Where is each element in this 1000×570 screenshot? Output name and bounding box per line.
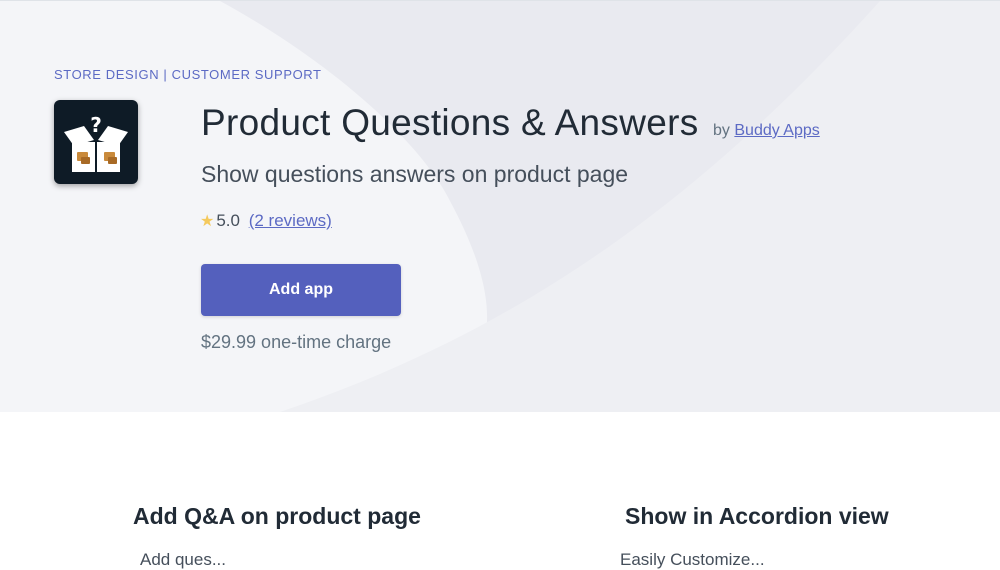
app-title: Product Questions & Answers bbox=[201, 102, 699, 143]
category-customer-support[interactable]: CUSTOMER SUPPORT bbox=[172, 67, 322, 82]
app-subtitle: Show questions answers on product page bbox=[201, 161, 629, 187]
reviews-link[interactable]: (2 reviews) bbox=[249, 211, 332, 230]
feature-title-accordion: Show in Accordion view bbox=[625, 503, 889, 529]
hero-background-curves bbox=[220, 1, 1000, 412]
price-text: $29.99 one-time charge bbox=[201, 332, 392, 352]
star-icon: ★ bbox=[200, 213, 215, 230]
app-hero: STORE DESIGN | CUSTOMER SUPPORT ? Produc… bbox=[0, 0, 1000, 412]
svg-text:?: ? bbox=[90, 113, 102, 137]
feature-text-qa: Add ques... bbox=[140, 550, 227, 569]
developer-link[interactable]: Buddy Apps bbox=[734, 122, 819, 139]
by-label: by bbox=[713, 122, 730, 139]
feature-title-qa: Add Q&A on product page bbox=[133, 503, 421, 529]
open-box-question-icon: ? bbox=[54, 100, 138, 184]
title-row: Product Questions & Answers by Buddy App… bbox=[201, 102, 820, 144]
category-breadcrumb: STORE DESIGN | CUSTOMER SUPPORT bbox=[54, 67, 322, 82]
rating-summary: ★ 5.0 (2 reviews) bbox=[200, 211, 332, 231]
add-app-button[interactable]: Add app bbox=[201, 264, 401, 316]
category-separator: | bbox=[163, 67, 168, 82]
feature-text-accordion: Easily Customize... bbox=[620, 550, 765, 569]
developer-byline: by Buddy Apps bbox=[713, 122, 820, 139]
rating-value: 5.0 bbox=[216, 211, 240, 230]
category-store-design[interactable]: STORE DESIGN bbox=[54, 67, 159, 82]
